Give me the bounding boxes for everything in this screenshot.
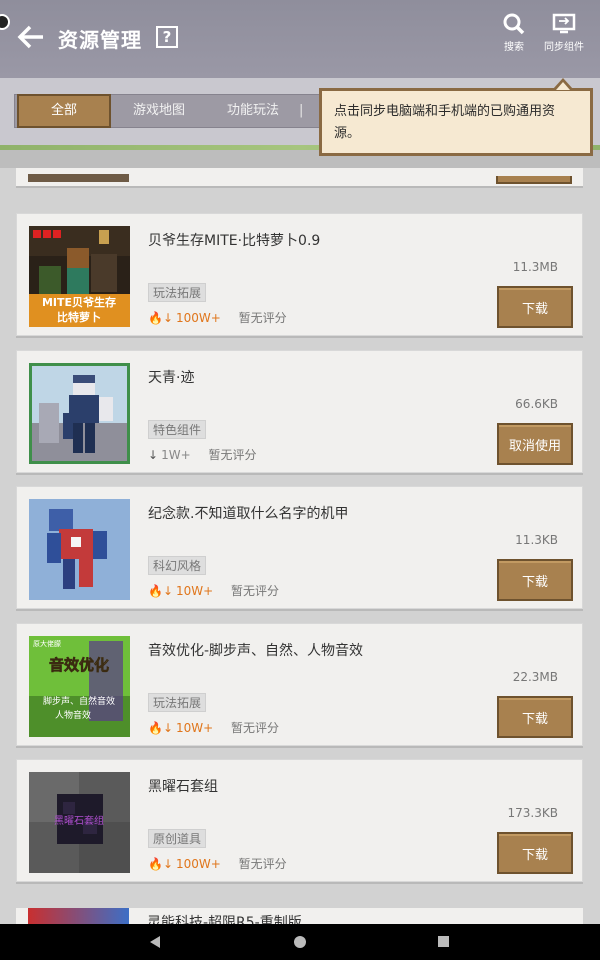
search-icon — [503, 13, 525, 35]
item-title: 黑曜石套组 — [148, 779, 218, 795]
thumbnail: 原大佬朦 音效优化 脚步声、自然音效 人物音效 — [29, 636, 130, 737]
download-button[interactable]: 下载 — [497, 559, 573, 601]
cancel-use-button[interactable]: 取消使用 — [497, 423, 573, 465]
tab-gameplay[interactable]: 功能玩法 — [227, 95, 279, 127]
download-count: 10W+ — [176, 584, 214, 598]
rating-text: 暂无评分 — [231, 584, 280, 598]
nav-back-icon[interactable] — [150, 936, 160, 948]
download-count: 10W+ — [176, 721, 214, 735]
item-stats: 🔥↓ 100W+ 暂无评分 — [148, 855, 287, 872]
flame-icon: 🔥 — [148, 584, 163, 598]
rating-text: 暂无评分 — [231, 721, 280, 735]
list-item-partial[interactable]: 灵能科技-超限R5-重制版 — [16, 908, 583, 924]
thumb-caption: 人物音效 — [55, 709, 91, 721]
tooltip-arrow-inner — [556, 82, 570, 90]
item-title: 贝爷生存MITE·比特萝卜0.9 — [148, 233, 321, 249]
download-button[interactable]: 下载 — [497, 696, 573, 738]
item-tag[interactable]: 特色组件 — [148, 420, 207, 439]
tab-divider: | — [299, 103, 304, 118]
nav-recents-icon[interactable] — [438, 936, 449, 947]
list-item[interactable]: 纪念款.不知道取什么名字的机甲 11.3KB 科幻风格 🔥↓ 10W+ 暂无评分 … — [16, 486, 583, 609]
download-button[interactable] — [496, 176, 572, 184]
thumbnail — [28, 908, 129, 924]
item-tag[interactable]: 原创道具 — [148, 829, 207, 848]
download-arrow-icon: ↓ — [162, 721, 174, 735]
download-button[interactable]: 下载 — [497, 832, 573, 874]
thumb-caption: 音效优化 — [49, 656, 109, 674]
system-nav-bar — [0, 924, 600, 960]
download-count: 100W+ — [176, 857, 221, 871]
thumb-caption: 比特萝卜 — [57, 310, 101, 324]
item-title: 灵能科技-超限R5-重制版 — [147, 915, 302, 924]
download-arrow-icon: ↓ — [162, 857, 174, 871]
thumbnail — [29, 363, 130, 464]
item-size: 173.3KB — [507, 806, 558, 820]
floating-dot[interactable] — [0, 14, 10, 30]
thumbnail: 黑曜石套组 — [29, 772, 130, 873]
thumbnail — [29, 499, 130, 600]
rating-text: 暂无评分 — [238, 311, 287, 325]
list-item[interactable]: 天青·迹 66.6KB 特色组件 ↓ 1W+ 暂无评分 取消使用 — [16, 350, 583, 473]
rating-text: 暂无评分 — [208, 448, 257, 462]
app-header: 资源管理 ? 搜索 同步组件 — [0, 0, 600, 78]
item-tag[interactable]: 玩法拓展 — [148, 283, 207, 302]
download-arrow-icon: ↓ — [162, 584, 174, 598]
thumb-caption: MITE贝爷生存 — [42, 295, 116, 309]
item-tag[interactable]: 科幻风格 — [148, 556, 207, 575]
download-count: 100W+ — [176, 311, 221, 325]
search-button[interactable]: 搜索 — [489, 10, 539, 60]
resource-list[interactable]: MITE贝爷生存 比特萝卜 贝爷生存MITE·比特萝卜0.9 11.3MB 玩法… — [0, 168, 600, 924]
search-label: 搜索 — [504, 42, 524, 53]
list-item[interactable]: MITE贝爷生存 比特萝卜 贝爷生存MITE·比特萝卜0.9 11.3MB 玩法… — [16, 213, 583, 336]
item-stats: 🔥↓ 100W+ 暂无评分 — [148, 309, 287, 326]
sync-label: 同步组件 — [544, 42, 584, 53]
item-tag[interactable]: 玩法拓展 — [148, 693, 207, 712]
download-arrow-icon: ↓ — [162, 311, 174, 325]
item-size: 22.3MB — [512, 670, 558, 684]
sync-button[interactable]: 同步组件 — [538, 10, 590, 60]
item-size: 66.6KB — [515, 397, 558, 411]
sync-tooltip[interactable]: 点击同步电脑端和手机端的已购通用资源。 — [319, 88, 593, 156]
item-size: 11.3KB — [515, 533, 558, 547]
list-item[interactable]: 原大佬朦 音效优化 脚步声、自然音效 人物音效 音效优化-脚步声、自然、人物音效… — [16, 623, 583, 746]
item-stats: 🔥↓ 10W+ 暂无评分 — [148, 582, 279, 599]
tab-game-map[interactable]: 游戏地图 — [133, 95, 185, 127]
flame-icon: 🔥 — [148, 311, 163, 325]
flame-icon: 🔥 — [148, 721, 163, 735]
tab-all[interactable]: 全部 — [17, 94, 111, 128]
thumbnail: MITE贝爷生存 比特萝卜 — [29, 226, 130, 327]
thumb-caption: 黑曜石套组 — [54, 814, 104, 827]
thumbnail — [28, 174, 129, 182]
download-count: 1W+ — [161, 448, 191, 462]
help-icon[interactable]: ? — [156, 26, 178, 48]
item-title: 纪念款.不知道取什么名字的机甲 — [148, 506, 349, 522]
download-button[interactable]: 下载 — [497, 286, 573, 328]
nav-home-icon[interactable] — [294, 936, 306, 948]
thumb-caption: 脚步声、自然音效 — [43, 695, 115, 707]
item-title: 天青·迹 — [148, 370, 195, 386]
rating-text: 暂无评分 — [238, 857, 287, 871]
page-title: 资源管理 — [58, 28, 142, 52]
thumb-caption: 原大佬朦 — [33, 639, 61, 648]
list-item[interactable]: 黑曜石套组 黑曜石套组 173.3KB 原创道具 🔥↓ 100W+ 暂无评分 下载 — [16, 759, 583, 882]
flame-icon: 🔥 — [148, 857, 163, 871]
item-stats: 🔥↓ 10W+ 暂无评分 — [148, 719, 279, 736]
list-item-partial — [16, 168, 583, 186]
back-icon[interactable] — [16, 22, 46, 52]
sync-icon — [552, 13, 576, 34]
download-arrow-icon: ↓ — [148, 448, 159, 462]
item-size: 11.3MB — [512, 260, 558, 274]
item-stats: ↓ 1W+ 暂无评分 — [148, 446, 256, 463]
item-title: 音效优化-脚步声、自然、人物音效 — [148, 643, 364, 659]
